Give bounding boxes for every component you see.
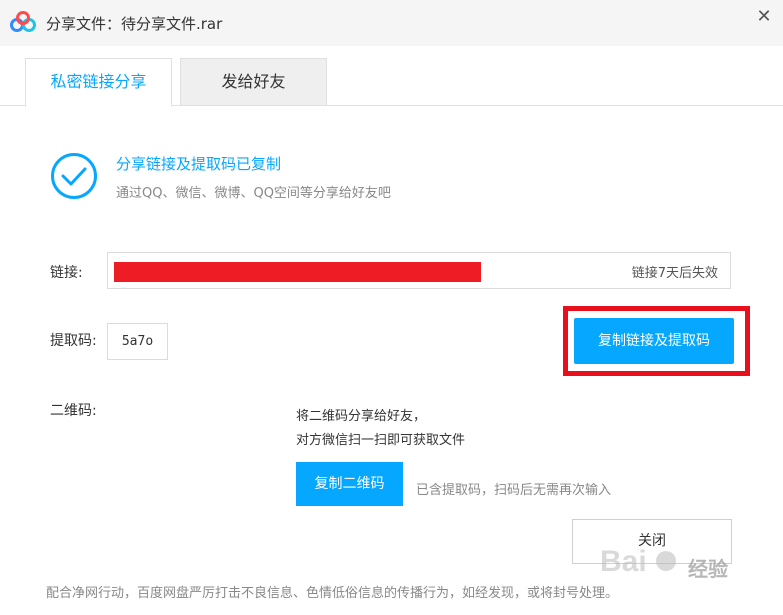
extraction-code-field[interactable]: 5a7o: [107, 323, 168, 360]
success-check-icon: [51, 153, 97, 199]
tab-send-to-friends[interactable]: 发给好友: [180, 58, 327, 106]
code-label: 提取码:: [50, 333, 97, 349]
status-title: 分享链接及提取码已复制: [116, 155, 282, 173]
link-label: 链接:: [50, 265, 83, 281]
title-bar: 分享文件：待分享文件.rar ✕: [0, 0, 783, 46]
copy-link-and-code-button[interactable]: 复制链接及提取码: [574, 318, 734, 364]
status-subtitle: 通过QQ、微信、微博、QQ空间等分享给好友吧: [116, 186, 391, 201]
window-close-icon[interactable]: ✕: [753, 6, 775, 28]
baidu-netdisk-logo-icon: [10, 11, 36, 32]
qr-instruction-line-2: 对方微信扫一扫即可获取文件: [296, 433, 466, 448]
tab-bar: 私密链接分享 发给好友: [0, 46, 783, 107]
watermark-text: 经验: [688, 557, 728, 581]
qr-instruction-line-1: 将二维码分享给好友，: [296, 409, 427, 424]
link-redaction-bar: [114, 262, 481, 282]
svg-text:Bai: Bai: [600, 545, 647, 578]
footer-notice: 配合净网行动，百度网盘严厉打击不良信息、色情低俗信息的传播行为，如经发现，或将封…: [46, 586, 619, 601]
qr-label: 二维码:: [50, 403, 97, 419]
link-expiry-text: 链接7天后失效: [631, 266, 718, 281]
tab-private-link-share[interactable]: 私密链接分享: [25, 58, 172, 107]
share-link-field[interactable]: 链接7天后失效: [107, 252, 731, 289]
window-title: 分享文件：待分享文件.rar: [46, 15, 223, 33]
copy-qr-code-button[interactable]: 复制二维码: [296, 462, 403, 506]
qr-note: 已含提取码，扫码后无需再次输入: [416, 483, 612, 498]
